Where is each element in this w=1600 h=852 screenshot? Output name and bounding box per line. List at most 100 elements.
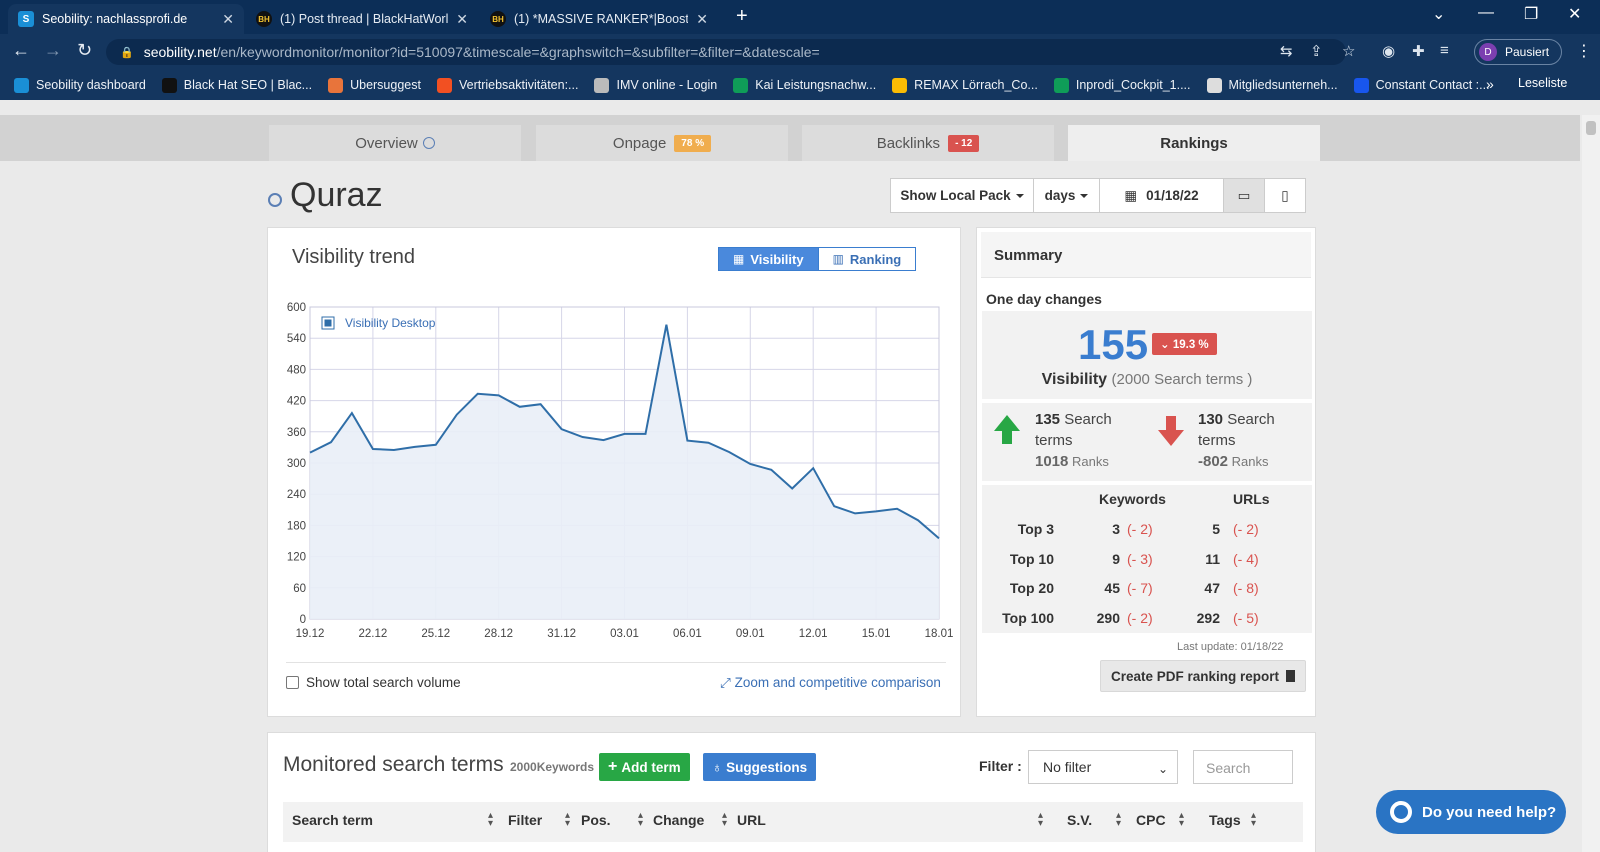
suggestions-button[interactable]: ♁ Suggestions <box>703 753 817 781</box>
bookmark-item[interactable]: Vertriebsaktivitäten:... <box>436 77 578 93</box>
visibility-change-badge: ⌄ 19.3 % <box>1152 333 1217 355</box>
tab-backlinks[interactable]: Backlinks - 12 <box>802 125 1054 161</box>
scrollbar[interactable] <box>1582 115 1600 852</box>
visibility-label: Visibility (2000 Search terms ) <box>982 371 1312 389</box>
bookmark-label: Mitgliedsunterneh... <box>1228 78 1338 92</box>
tab-onpage[interactable]: Onpage 78 % <box>536 125 788 161</box>
add-term-button[interactable]: + Add term <box>599 753 690 781</box>
translate-icon[interactable]: ⇆ <box>1280 42 1293 60</box>
bookmark-label: IMV online - Login <box>616 78 718 92</box>
urls-delta: (- 4) <box>1233 550 1259 567</box>
reload-icon[interactable]: ↻ <box>77 40 92 61</box>
chevron-down-icon: ⌄ <box>1160 339 1170 351</box>
browser-tabbar: S Seobility: nachlassprofi.de ✕ BH (1) P… <box>0 0 1600 34</box>
extension-icon[interactable]: ◉ <box>1382 42 1395 60</box>
calendar-icon: ▦ <box>1124 187 1138 203</box>
bookmark-item[interactable]: Kai Leistungsnachw... <box>733 77 876 93</box>
bookmark-item[interactable]: Ubersuggest <box>328 77 421 93</box>
close-window-icon[interactable]: ✕ <box>1568 4 1581 24</box>
sort-icon[interactable]: ▴ ▾ <box>1179 811 1184 829</box>
browser-tab-bhw-ranker[interactable]: BH (1) *MASSIVE RANKER*|Boost Yo ✕ <box>480 4 718 34</box>
ranking-toggle-button[interactable]: ▥ Ranking <box>817 247 917 271</box>
puzzle-icon[interactable]: ✚ <box>1412 42 1425 60</box>
bookmark-item[interactable]: Black Hat SEO | Blac... <box>161 77 312 93</box>
bookmark-favicon-icon <box>436 77 452 93</box>
browser-tab-bhw-post[interactable]: BH (1) Post thread | BlackHatWorld ✕ <box>246 4 478 34</box>
help-button[interactable]: Do you need help? <box>1376 790 1566 834</box>
close-icon[interactable]: ✕ <box>456 11 468 28</box>
checkbox[interactable] <box>286 676 299 689</box>
date-picker[interactable]: ▦ 01/18/22 <box>1099 178 1224 213</box>
bookmark-item[interactable]: Mitgliedsunterneh... <box>1206 77 1338 93</box>
create-pdf-report-button[interactable]: Create PDF ranking report <box>1100 660 1306 692</box>
bookmark-item[interactable]: REMAX Lörrach_Co... <box>892 77 1038 93</box>
bookmark-item[interactable]: IMV online - Login <box>594 77 718 93</box>
local-pack-dropdown[interactable]: Show Local Pack <box>890 178 1034 213</box>
bookmark-favicon-icon <box>733 77 749 93</box>
menu-icon[interactable]: ⋮ <box>1576 41 1592 61</box>
bookmarks-more-button[interactable]: » <box>1486 76 1494 92</box>
y-tick-label: 0 <box>300 614 306 626</box>
mobile-toggle[interactable]: ▯ <box>1264 178 1306 213</box>
lightbulb-icon: ♁ <box>712 759 723 775</box>
improved-ranks: 1018 <box>1035 453 1069 470</box>
urls-header: URLs <box>1233 491 1270 507</box>
close-icon[interactable]: ✕ <box>222 11 234 28</box>
column-header[interactable]: Pos. <box>581 812 611 828</box>
sort-icon[interactable]: ▴ ▾ <box>638 811 643 829</box>
bookmark-star-icon[interactable]: ☆ <box>1342 42 1355 60</box>
close-icon[interactable]: ✕ <box>696 11 708 28</box>
keywords-count: 45 <box>1104 580 1120 596</box>
back-icon[interactable]: ← <box>12 40 30 61</box>
sort-icon[interactable]: ▴ ▾ <box>1251 811 1256 829</box>
search-input[interactable]: Search <box>1193 750 1293 784</box>
desktop-toggle[interactable]: ▭ <box>1223 178 1265 213</box>
filter-select[interactable]: No filter ⌄ <box>1028 750 1178 784</box>
timescale-dropdown[interactable]: days <box>1033 178 1100 213</box>
sort-icon[interactable]: ▴ ▾ <box>488 811 493 829</box>
tab-rankings[interactable]: Rankings <box>1068 125 1320 161</box>
column-header[interactable]: URL <box>737 812 766 828</box>
reading-list-button[interactable]: Leseliste <box>1518 76 1567 90</box>
sort-icon[interactable]: ▴ ▾ <box>1038 811 1043 829</box>
column-header[interactable]: Tags <box>1209 812 1241 828</box>
bookmark-item[interactable]: Constant Contact :... <box>1353 77 1490 93</box>
sort-icon[interactable]: ▴ ▾ <box>565 811 570 829</box>
improved-terms: 135 Search terms 1018 Ranks <box>1035 409 1145 472</box>
share-icon[interactable]: ⇪ <box>1310 42 1323 60</box>
bookmark-item[interactable]: Seobility dashboard <box>14 77 146 93</box>
profile-button[interactable]: D Pausiert <box>1474 39 1562 65</box>
show-search-volume-checkbox[interactable]: Show total search volume <box>286 675 461 690</box>
keywords-delta: (- 3) <box>1127 550 1153 567</box>
urls-count: 47 <box>1204 580 1220 596</box>
y-tick-label: 480 <box>287 364 306 376</box>
zoom-comparison-link[interactable]: ⤢ Zoom and competitive comparison <box>720 675 941 691</box>
minimize-icon[interactable]: — <box>1478 4 1494 22</box>
sort-icon[interactable]: ▴ ▾ <box>722 811 727 829</box>
url-field[interactable]: 🔒 seobility.net/en/keywordmonitor/monito… <box>106 39 1346 65</box>
tab-overview[interactable]: Overview <box>269 125 521 161</box>
top-positions-table: Keywords URLs Top 3 3 (- 2) 5 (- 2) Top 10 9 (-… <box>982 485 1312 633</box>
visibility-chart: 0 60 120 180 240 300 360 420 480 540 600 19.12 22.12… <box>287 302 954 640</box>
bookmark-item[interactable]: Inprodi_Cockpit_1.... <box>1053 77 1191 93</box>
forward-icon[interactable]: → <box>44 40 62 61</box>
avatar: D <box>1479 43 1497 61</box>
column-header[interactable]: S.V. <box>1067 812 1092 828</box>
visibility-toggle-button[interactable]: ▦ Visibility <box>718 247 819 271</box>
column-header[interactable]: Change <box>653 812 704 828</box>
media-icon[interactable]: ≡ <box>1440 42 1449 59</box>
monitored-terms-card: Monitored search terms 2000Keywords + Ad… <box>267 732 1316 852</box>
column-header[interactable]: Filter <box>508 812 542 828</box>
x-tick-label: 18.01 <box>925 628 954 640</box>
browser-tab-seobility[interactable]: S Seobility: nachlassprofi.de ✕ <box>8 4 244 34</box>
expand-icon: ⤢ <box>720 675 731 690</box>
column-header[interactable]: CPC <box>1136 812 1166 828</box>
search-placeholder: Search <box>1206 760 1251 776</box>
scrollbar-thumb[interactable] <box>1586 121 1596 135</box>
tab-search-icon[interactable]: ⌄ <box>1432 4 1445 24</box>
keywords-delta: (- 2) <box>1127 521 1153 537</box>
column-header[interactable]: Search term <box>292 812 373 828</box>
sort-icon[interactable]: ▴ ▾ <box>1116 811 1121 829</box>
new-tab-icon[interactable]: + <box>736 5 748 28</box>
restore-icon[interactable]: ❐ <box>1524 4 1538 24</box>
